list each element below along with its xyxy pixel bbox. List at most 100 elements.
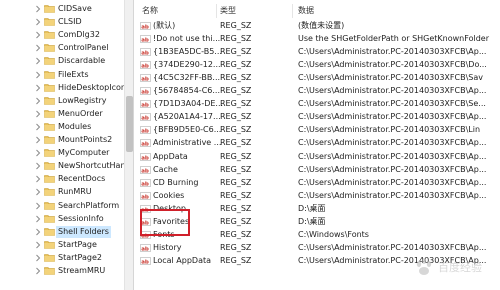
value-row[interactable]: ab {56784854-C6... REG_SZ C:\Users\Administ… [134, 85, 500, 97]
tree-item-label: CLSID [58, 17, 82, 27]
tree-item[interactable]: Shell Folders [0, 225, 124, 238]
value-type: REG_SZ [220, 86, 252, 96]
tree-vertical-scrollbar[interactable] [124, 0, 134, 290]
svg-text:ab: ab [141, 129, 149, 135]
value-row[interactable]: ab Cookies REG_SZ C:\Users\Administrator.PC… [134, 190, 500, 202]
value-row[interactable]: ab !Do not use thi... REG_SZ Use the SHGetF… [134, 33, 500, 45]
folder-icon [44, 56, 55, 66]
value-row[interactable]: ab {7D1D3A04-DE... REG_SZ C:\Users\Administ… [134, 98, 500, 110]
expand-chevron-icon[interactable] [34, 97, 42, 105]
tree-item[interactable]: Modules [0, 121, 124, 133]
expand-chevron-icon[interactable] [34, 188, 42, 196]
tree-item[interactable]: StartPage2 [0, 252, 124, 264]
value-name: Local AppData [153, 255, 212, 265]
tree-item[interactable]: SearchPlatform [0, 200, 124, 212]
folder-icon [44, 187, 55, 197]
svg-text:ab: ab [141, 77, 149, 83]
tree-item[interactable]: HideDesktopIcon [0, 82, 124, 94]
tree-item[interactable]: FileExts [0, 69, 124, 81]
expand-chevron-icon[interactable] [34, 31, 42, 39]
column-divider[interactable] [216, 4, 217, 18]
tree-item[interactable]: RecentDocs [0, 173, 124, 185]
column-header-type[interactable]: 类型 [220, 4, 236, 18]
value-row[interactable]: ab AppData REG_SZ C:\Users\Administrator.PC… [134, 151, 500, 163]
annotation-highlight-box [140, 209, 190, 236]
value-type: REG_SZ [220, 164, 252, 174]
value-type: REG_SZ [220, 255, 252, 265]
string-value-icon: ab [140, 61, 151, 69]
expand-chevron-icon[interactable] [34, 110, 42, 118]
tree-item[interactable]: LowRegistry [0, 95, 124, 107]
expand-chevron-icon[interactable] [34, 254, 42, 262]
value-row[interactable]: ab Cache REG_SZ C:\Users\Administrator.PC-2… [134, 164, 500, 176]
tree-item[interactable]: StartPage [0, 239, 124, 251]
tree-item[interactable]: SessionInfo [0, 213, 124, 225]
string-value-icon: ab [140, 178, 151, 187]
value-row[interactable]: ab CD Burning REG_SZ C:\Users\Administrator… [134, 177, 500, 189]
expand-chevron-icon[interactable] [34, 136, 42, 144]
value-type: REG_SZ [220, 60, 252, 70]
expand-chevron-icon[interactable] [34, 44, 42, 52]
svg-text:ab: ab [141, 37, 149, 43]
svg-text:ab: ab [141, 116, 149, 122]
expand-chevron-icon[interactable] [34, 5, 42, 13]
registry-key-tree[interactable]: CIDSave CLSID ComDlg32 ControlPanel Discarda… [0, 0, 124, 290]
values-list[interactable]: 名称 类型 数据 ab (默认) REG_SZ (数值未设置) ab !Do not us… [134, 0, 500, 290]
expand-chevron-icon[interactable] [34, 84, 42, 92]
expand-chevron-icon[interactable] [34, 215, 42, 223]
tree-item-label: SessionInfo [58, 213, 104, 223]
value-row[interactable]: ab {1B3EA5DC-B5... REG_SZ C:\Users\Administ… [134, 46, 500, 58]
expand-chevron-icon[interactable] [34, 149, 42, 157]
value-type: REG_SZ [220, 138, 252, 148]
string-value-icon: ab [140, 126, 151, 134]
string-value-icon: ab [140, 191, 151, 200]
value-row[interactable]: ab (默认) REG_SZ (数值未设置) [134, 20, 500, 32]
value-row[interactable]: ab History REG_SZ C:\Users\Administrator.PC… [134, 242, 500, 254]
tree-item[interactable]: ControlPanel [0, 42, 124, 54]
column-header-name[interactable]: 名称 [142, 4, 158, 18]
column-divider[interactable] [292, 4, 293, 18]
expand-chevron-icon[interactable] [34, 57, 42, 65]
value-row[interactable]: ab {BFB9D5E0-C6... REG_SZ C:\Users\Administ… [134, 124, 500, 136]
value-name: {A520A1A4-17... [153, 112, 221, 122]
tree-item[interactable]: NewShortcutHand [0, 160, 124, 172]
expand-chevron-icon[interactable] [34, 162, 42, 170]
expand-chevron-icon[interactable] [34, 267, 42, 275]
tree-item[interactable]: CLSID [0, 16, 124, 28]
tree-item-label: MountPoints2 [58, 135, 113, 144]
expand-chevron-icon[interactable] [34, 71, 42, 79]
value-data: Use the SHGetFolderPath or SHGetKnownFol… [298, 34, 489, 44]
value-row[interactable]: ab Administrative ... REG_SZ C:\Users\Admin… [134, 137, 500, 149]
tree-item-label: SearchPlatform [58, 200, 120, 210]
value-data: C:\Users\Administrator.PC-20140303XFCB\S… [298, 99, 486, 109]
value-type: REG_SZ [220, 34, 252, 44]
tree-item-label: StartPage2 [58, 252, 102, 262]
tree-item[interactable]: RunMRU [0, 186, 124, 198]
value-row[interactable]: ab {A520A1A4-17... REG_SZ C:\Users\Administ… [134, 111, 500, 123]
tree-item[interactable]: MyComputer [0, 147, 124, 159]
svg-text:ab: ab [141, 50, 149, 56]
tree-item-label: Modules [58, 121, 92, 131]
value-row[interactable]: ab {4C5C32FF-BB... REG_SZ C:\Users\Administ… [134, 72, 500, 84]
tree-item[interactable]: StreamMRU [0, 265, 124, 277]
folder-icon [44, 70, 55, 79]
tree-item-label: Shell Folders [56, 225, 111, 238]
scrollbar-thumb[interactable] [126, 96, 133, 152]
tree-item[interactable]: Discardable [0, 55, 124, 67]
value-row[interactable]: ab {374DE290-12... REG_SZ C:\Users\Administ… [134, 59, 500, 71]
value-data: C:\Users\Administrator.PC-20140303XFCB\A… [298, 86, 487, 96]
expand-chevron-icon[interactable] [34, 241, 42, 249]
expand-chevron-icon[interactable] [34, 175, 42, 183]
expand-chevron-icon[interactable] [34, 123, 42, 131]
expand-chevron-icon[interactable] [34, 202, 42, 210]
expand-chevron-icon[interactable] [34, 228, 42, 236]
tree-item[interactable]: MenuOrder [0, 108, 124, 120]
column-header-data[interactable]: 数据 [298, 4, 314, 18]
tree-item[interactable]: CIDSave [0, 3, 124, 15]
value-name: (默认) [153, 21, 176, 30]
svg-text:ab: ab [141, 246, 149, 252]
tree-item[interactable]: ComDlg32 [0, 29, 124, 41]
expand-chevron-icon[interactable] [34, 18, 42, 26]
folder-icon [44, 4, 55, 13]
tree-item[interactable]: MountPoints2 [0, 134, 124, 146]
